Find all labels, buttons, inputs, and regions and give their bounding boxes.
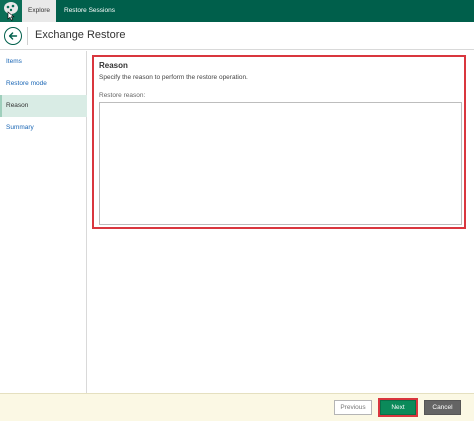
top-bar: Explore Restore Sessions	[0, 0, 474, 22]
previous-button[interactable]: Previous	[334, 400, 372, 415]
sidebar-item-reason[interactable]: Reason	[0, 95, 87, 117]
section-description: Specify the reason to perform the restor…	[99, 74, 248, 81]
restore-reason-label: Restore reason:	[99, 92, 146, 99]
header-divider	[27, 27, 28, 45]
cancel-button[interactable]: Cancel	[424, 400, 461, 415]
back-button[interactable]	[4, 27, 22, 45]
app-logo[interactable]	[0, 0, 22, 22]
next-button[interactable]: Next	[380, 400, 416, 415]
main-content: Reason Specify the reason to perform the…	[88, 51, 474, 393]
restore-reason-input[interactable]	[99, 102, 462, 225]
page-title: Exchange Restore	[35, 29, 126, 41]
arrow-left-icon	[8, 32, 18, 40]
sidebar-item-summary[interactable]: Summary	[0, 117, 87, 139]
mouse-cursor-icon	[7, 11, 15, 21]
wizard-sidebar: Items Restore mode Reason Summary	[0, 51, 87, 393]
tab-explore[interactable]: Explore	[22, 0, 56, 22]
page-header: Exchange Restore	[0, 22, 474, 50]
reason-section: Reason Specify the reason to perform the…	[92, 55, 466, 229]
tab-restore-sessions[interactable]: Restore Sessions	[58, 0, 121, 22]
wizard-footer: Previous Next Cancel	[0, 393, 474, 421]
sidebar-item-restore-mode[interactable]: Restore mode	[0, 73, 87, 95]
section-title: Reason	[99, 61, 128, 70]
sidebar-item-items[interactable]: Items	[0, 51, 87, 73]
